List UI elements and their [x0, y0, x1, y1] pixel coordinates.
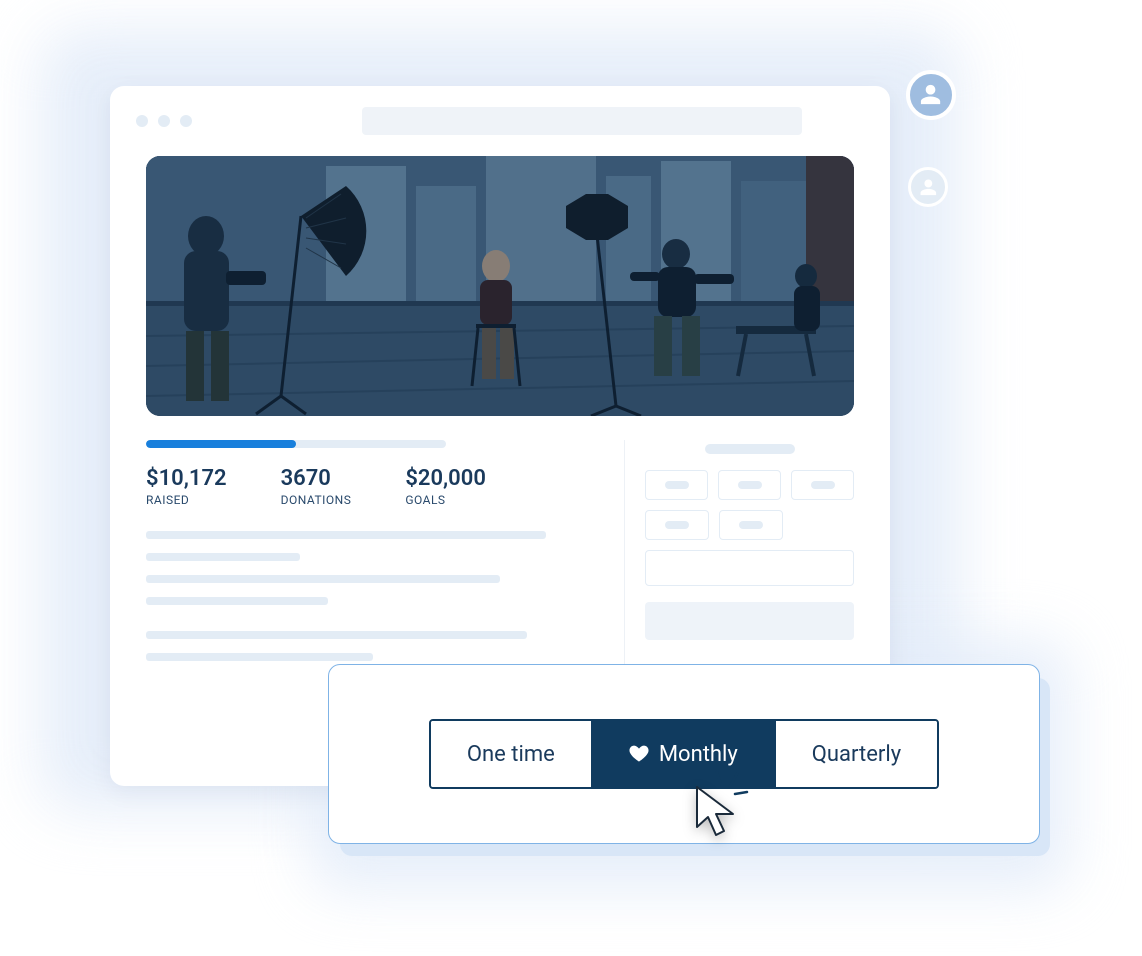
window-close-dot[interactable]: [136, 115, 148, 127]
frequency-label: Quarterly: [812, 742, 901, 767]
stat-goals: $20,000 GOALS: [405, 466, 486, 507]
cursor-icon: [693, 785, 739, 839]
browser-titlebar: [110, 86, 890, 156]
amount-chip[interactable]: [719, 510, 783, 540]
description-placeholder: [146, 531, 600, 661]
amount-chip[interactable]: [645, 510, 709, 540]
user-icon: [919, 83, 942, 106]
donation-sidebar: [624, 440, 854, 675]
user-icon: [919, 178, 938, 197]
custom-amount-input[interactable]: [645, 550, 854, 586]
stat-raised-value: $10,172: [146, 466, 227, 491]
amount-chip[interactable]: [645, 470, 708, 500]
stat-donations-value: 3670: [281, 466, 352, 491]
amount-chip[interactable]: [718, 470, 781, 500]
donate-button-placeholder[interactable]: [645, 602, 854, 640]
frequency-label: Monthly: [659, 742, 738, 767]
address-bar[interactable]: [362, 107, 802, 135]
user-avatar-primary[interactable]: [906, 70, 956, 120]
frequency-segmented-control: One time Monthly Quarterly: [429, 719, 939, 789]
frequency-option-quarterly[interactable]: Quarterly: [774, 721, 937, 787]
fundraising-progress-bar: [146, 440, 446, 448]
window-controls: [136, 115, 192, 127]
user-avatar-secondary[interactable]: [908, 167, 948, 207]
window-maximize-dot[interactable]: [180, 115, 192, 127]
heart-icon: [629, 744, 649, 764]
stat-donations: 3670 DONATIONS: [281, 466, 352, 507]
stat-raised-label: RAISED: [146, 493, 227, 507]
frequency-option-monthly[interactable]: Monthly: [591, 721, 774, 787]
stat-raised: $10,172 RAISED: [146, 466, 227, 507]
stat-goals-value: $20,000: [405, 466, 486, 491]
frequency-label: One time: [467, 742, 555, 767]
donation-frequency-card: One time Monthly Quarterly: [328, 664, 1040, 844]
fundraising-progress-fill: [146, 440, 296, 448]
stat-donations-label: DONATIONS: [281, 493, 352, 507]
sidebar-heading-placeholder: [705, 444, 795, 454]
campaign-hero-image: [146, 156, 854, 416]
campaign-main-column: $10,172 RAISED 3670 DONATIONS $20,000 GO…: [146, 440, 600, 675]
campaign-stats: $10,172 RAISED 3670 DONATIONS $20,000 GO…: [146, 466, 600, 507]
amount-chip[interactable]: [791, 470, 854, 500]
window-minimize-dot[interactable]: [158, 115, 170, 127]
frequency-option-one-time[interactable]: One time: [431, 721, 591, 787]
stat-goals-label: GOALS: [405, 493, 486, 507]
